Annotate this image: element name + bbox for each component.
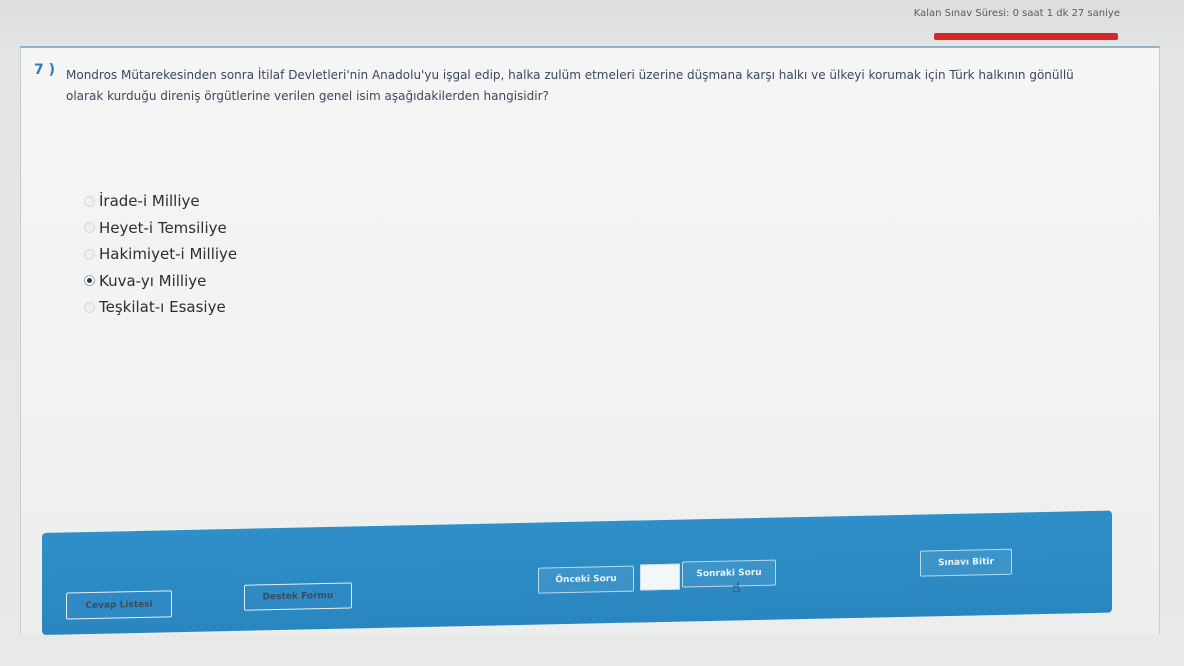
option-item[interactable]: Kuva-yı Milliye <box>84 268 237 295</box>
radio-button-icon[interactable] <box>84 222 95 234</box>
previous-question-button[interactable]: Önceki Soru <box>538 565 634 594</box>
page-number-box <box>640 563 680 591</box>
option-item[interactable]: Hakimiyet-i Milliye <box>84 241 237 268</box>
option-label: Heyet-i Temsiliye <box>99 218 227 237</box>
answer-options: İrade-i Milliye Heyet-i Temsiliye Hakimi… <box>84 188 237 321</box>
radio-button-icon[interactable] <box>84 275 95 287</box>
radio-button-icon[interactable] <box>84 301 95 313</box>
remaining-time-bar <box>934 33 1118 40</box>
remaining-time-text: Kalan Sınav Süresi: 0 saat 1 dk 27 saniy… <box>913 8 1120 19</box>
radio-button-icon[interactable] <box>84 195 95 207</box>
answer-list-button[interactable]: Cevap Listesi <box>66 590 172 620</box>
support-form-button[interactable]: Destek Formu <box>244 582 352 611</box>
option-label: Kuva-yı Milliye <box>99 271 207 290</box>
exam-screen: Kalan Sınav Süresi: 0 saat 1 dk 27 saniy… <box>0 0 1184 666</box>
option-item[interactable]: Heyet-i Temsiliye <box>84 215 237 242</box>
question-text: Mondros Mütarekesinden sonra İtilaf Devl… <box>66 68 1074 103</box>
hand-pointer-icon: ☝ <box>732 580 741 596</box>
option-label: Hakimiyet-i Milliye <box>99 245 238 264</box>
radio-button-icon[interactable] <box>84 248 95 260</box>
next-question-button[interactable]: Sonraki Soru <box>682 559 776 588</box>
question-number: 7 ) <box>34 62 56 78</box>
finish-exam-button[interactable]: Sınavı Bitir <box>920 548 1012 577</box>
option-label: Teşkilat-ı Esasiye <box>99 298 226 317</box>
option-item[interactable]: Teşkilat-ı Esasiye <box>84 294 237 321</box>
top-bar: Kalan Sınav Süresi: 0 saat 1 dk 27 saniy… <box>0 0 1184 44</box>
option-label: İrade-i Milliye <box>99 192 200 211</box>
option-item[interactable]: İrade-i Milliye <box>84 188 237 215</box>
